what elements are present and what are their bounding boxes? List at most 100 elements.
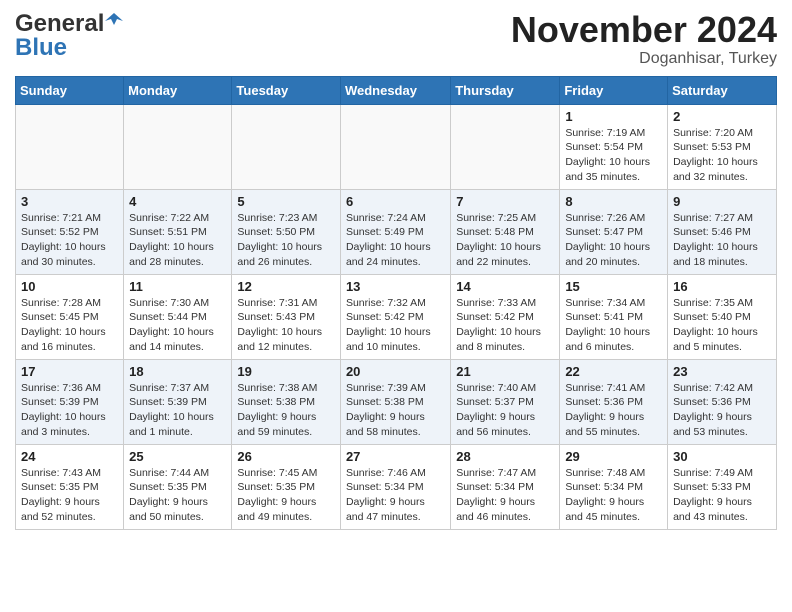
day-number: 14 (456, 279, 554, 294)
table-row: 18 Sunrise: 7:37 AMSunset: 5:39 PMDayligh… (124, 359, 232, 444)
table-row: 8Sunrise: 7:26 AMSunset: 5:47 PMDaylight… (560, 189, 668, 274)
day-info: Sunrise: 7:25 AMSunset: 5:48 PMDaylight:… (456, 211, 554, 270)
day-info: Sunrise: 7:41 AMSunset: 5:36 PMDaylight:… (565, 381, 662, 440)
day-number: 3 (21, 194, 118, 209)
day-info: Sunrise: 7:47 AMSunset: 5:34 PMDaylight:… (456, 466, 554, 525)
day-number: 5 (237, 194, 335, 209)
header: General Blue November 2024 Doganhisar, T… (15, 10, 777, 68)
header-monday: Monday (124, 76, 232, 104)
day-number: 4 (129, 194, 226, 209)
day-info: Sunrise: 7:23 AMSunset: 5:50 PMDaylight:… (237, 211, 335, 270)
day-info: Sunrise: 7:38 AMSunset: 5:38 PMDaylight:… (237, 381, 335, 440)
page: General Blue November 2024 Doganhisar, T… (0, 0, 792, 545)
logo-blue: Blue (15, 34, 67, 62)
day-number: 25 (129, 449, 226, 464)
table-row: 6 Sunrise: 7:24 AMSunset: 5:49 PMDaylight… (340, 189, 450, 274)
day-number: 30 (673, 449, 771, 464)
table-row (451, 104, 560, 189)
header-wednesday: Wednesday (340, 76, 450, 104)
day-info: Sunrise: 7:42 AMSunset: 5:36 PMDaylight:… (673, 381, 771, 440)
logo: General Blue (15, 10, 123, 62)
day-number: 21 (456, 364, 554, 379)
calendar: Sunday Monday Tuesday Wednesday Thursday… (15, 76, 777, 530)
table-row: 7 Sunrise: 7:25 AMSunset: 5:48 PMDaylight… (451, 189, 560, 274)
table-row: 9 Sunrise: 7:27 AMSunset: 5:46 PMDaylight… (668, 189, 777, 274)
day-number: 16 (673, 279, 771, 294)
day-info: Sunrise: 7:35 AMSunset: 5:40 PMDaylight:… (673, 296, 771, 355)
day-info: Sunrise: 7:40 AMSunset: 5:37 PMDaylight:… (456, 381, 554, 440)
table-row: 29Sunrise: 7:48 AMSunset: 5:34 PMDayligh… (560, 444, 668, 529)
day-number: 9 (673, 194, 771, 209)
day-info: Sunrise: 7:24 AMSunset: 5:49 PMDaylight:… (346, 211, 445, 270)
table-row: 26Sunrise: 7:45 AMSunset: 5:35 PMDayligh… (232, 444, 341, 529)
day-number: 22 (565, 364, 662, 379)
table-row: 2 Sunrise: 7:20 AMSunset: 5:53 PMDaylight… (668, 104, 777, 189)
table-row: 25 Sunrise: 7:44 AMSunset: 5:35 PMDayligh… (124, 444, 232, 529)
day-number: 27 (346, 449, 445, 464)
table-row: 24 Sunrise: 7:43 AMSunset: 5:35 PMDayligh… (16, 444, 124, 529)
day-info: Sunrise: 7:21 AMSunset: 5:52 PMDaylight:… (21, 211, 118, 270)
day-number: 10 (21, 279, 118, 294)
logo-bird-icon (105, 11, 123, 29)
table-row: 30 Sunrise: 7:49 AMSunset: 5:33 PMDayligh… (668, 444, 777, 529)
table-row: 19 Sunrise: 7:38 AMSunset: 5:38 PMDayligh… (232, 359, 341, 444)
day-info: Sunrise: 7:39 AMSunset: 5:38 PMDaylight:… (346, 381, 445, 440)
day-number: 15 (565, 279, 662, 294)
day-info: Sunrise: 7:32 AMSunset: 5:42 PMDaylight:… (346, 296, 445, 355)
table-row: 12 Sunrise: 7:31 AMSunset: 5:43 PMDayligh… (232, 274, 341, 359)
calendar-week-row: 17 Sunrise: 7:36 AMSunset: 5:39 PMDayligh… (16, 359, 777, 444)
day-number: 1 (565, 109, 662, 124)
header-friday: Friday (560, 76, 668, 104)
day-number: 17 (21, 364, 118, 379)
table-row: 20Sunrise: 7:39 AMSunset: 5:38 PMDayligh… (340, 359, 450, 444)
table-row: 15Sunrise: 7:34 AMSunset: 5:41 PMDayligh… (560, 274, 668, 359)
table-row: 14 Sunrise: 7:33 AMSunset: 5:42 PMDayligh… (451, 274, 560, 359)
day-number: 18 (129, 364, 226, 379)
day-number: 19 (237, 364, 335, 379)
calendar-week-row: 10 Sunrise: 7:28 AMSunset: 5:45 PMDayligh… (16, 274, 777, 359)
table-row: 22 Sunrise: 7:41 AMSunset: 5:36 PMDayligh… (560, 359, 668, 444)
day-number: 24 (21, 449, 118, 464)
day-number: 23 (673, 364, 771, 379)
header-tuesday: Tuesday (232, 76, 341, 104)
day-number: 11 (129, 279, 226, 294)
day-info: Sunrise: 7:27 AMSunset: 5:46 PMDaylight:… (673, 211, 771, 270)
header-saturday: Saturday (668, 76, 777, 104)
day-info: Sunrise: 7:28 AMSunset: 5:45 PMDaylight:… (21, 296, 118, 355)
table-row: 10 Sunrise: 7:28 AMSunset: 5:45 PMDayligh… (16, 274, 124, 359)
location-subtitle: Doganhisar, Turkey (511, 50, 777, 68)
day-info: Sunrise: 7:45 AMSunset: 5:35 PMDaylight:… (237, 466, 335, 525)
day-info: Sunrise: 7:36 AMSunset: 5:39 PMDaylight:… (21, 381, 118, 440)
weekday-header-row: Sunday Monday Tuesday Wednesday Thursday… (16, 76, 777, 104)
day-number: 6 (346, 194, 445, 209)
day-info: Sunrise: 7:49 AMSunset: 5:33 PMDaylight:… (673, 466, 771, 525)
table-row: 28Sunrise: 7:47 AMSunset: 5:34 PMDayligh… (451, 444, 560, 529)
table-row: 17 Sunrise: 7:36 AMSunset: 5:39 PMDayligh… (16, 359, 124, 444)
day-info: Sunrise: 7:30 AMSunset: 5:44 PMDaylight:… (129, 296, 226, 355)
day-info: Sunrise: 7:20 AMSunset: 5:53 PMDaylight:… (673, 126, 771, 185)
day-info: Sunrise: 7:33 AMSunset: 5:42 PMDaylight:… (456, 296, 554, 355)
table-row: 1Sunrise: 7:19 AMSunset: 5:54 PMDaylight… (560, 104, 668, 189)
day-info: Sunrise: 7:22 AMSunset: 5:51 PMDaylight:… (129, 211, 226, 270)
day-number: 2 (673, 109, 771, 124)
title-block: November 2024 Doganhisar, Turkey (511, 10, 777, 68)
day-number: 7 (456, 194, 554, 209)
day-info: Sunrise: 7:31 AMSunset: 5:43 PMDaylight:… (237, 296, 335, 355)
table-row: 21 Sunrise: 7:40 AMSunset: 5:37 PMDayligh… (451, 359, 560, 444)
calendar-week-row: 1Sunrise: 7:19 AMSunset: 5:54 PMDaylight… (16, 104, 777, 189)
month-title: November 2024 (511, 10, 777, 50)
day-number: 8 (565, 194, 662, 209)
day-info: Sunrise: 7:37 AMSunset: 5:39 PMDaylight:… (129, 381, 226, 440)
day-number: 13 (346, 279, 445, 294)
header-thursday: Thursday (451, 76, 560, 104)
day-info: Sunrise: 7:46 AMSunset: 5:34 PMDaylight:… (346, 466, 445, 525)
day-info: Sunrise: 7:43 AMSunset: 5:35 PMDaylight:… (21, 466, 118, 525)
table-row: 5 Sunrise: 7:23 AMSunset: 5:50 PMDaylight… (232, 189, 341, 274)
table-row: 16 Sunrise: 7:35 AMSunset: 5:40 PMDayligh… (668, 274, 777, 359)
day-number: 29 (565, 449, 662, 464)
day-number: 12 (237, 279, 335, 294)
table-row: 4 Sunrise: 7:22 AMSunset: 5:51 PMDaylight… (124, 189, 232, 274)
day-info: Sunrise: 7:44 AMSunset: 5:35 PMDaylight:… (129, 466, 226, 525)
calendar-week-row: 24 Sunrise: 7:43 AMSunset: 5:35 PMDayligh… (16, 444, 777, 529)
table-row (340, 104, 450, 189)
